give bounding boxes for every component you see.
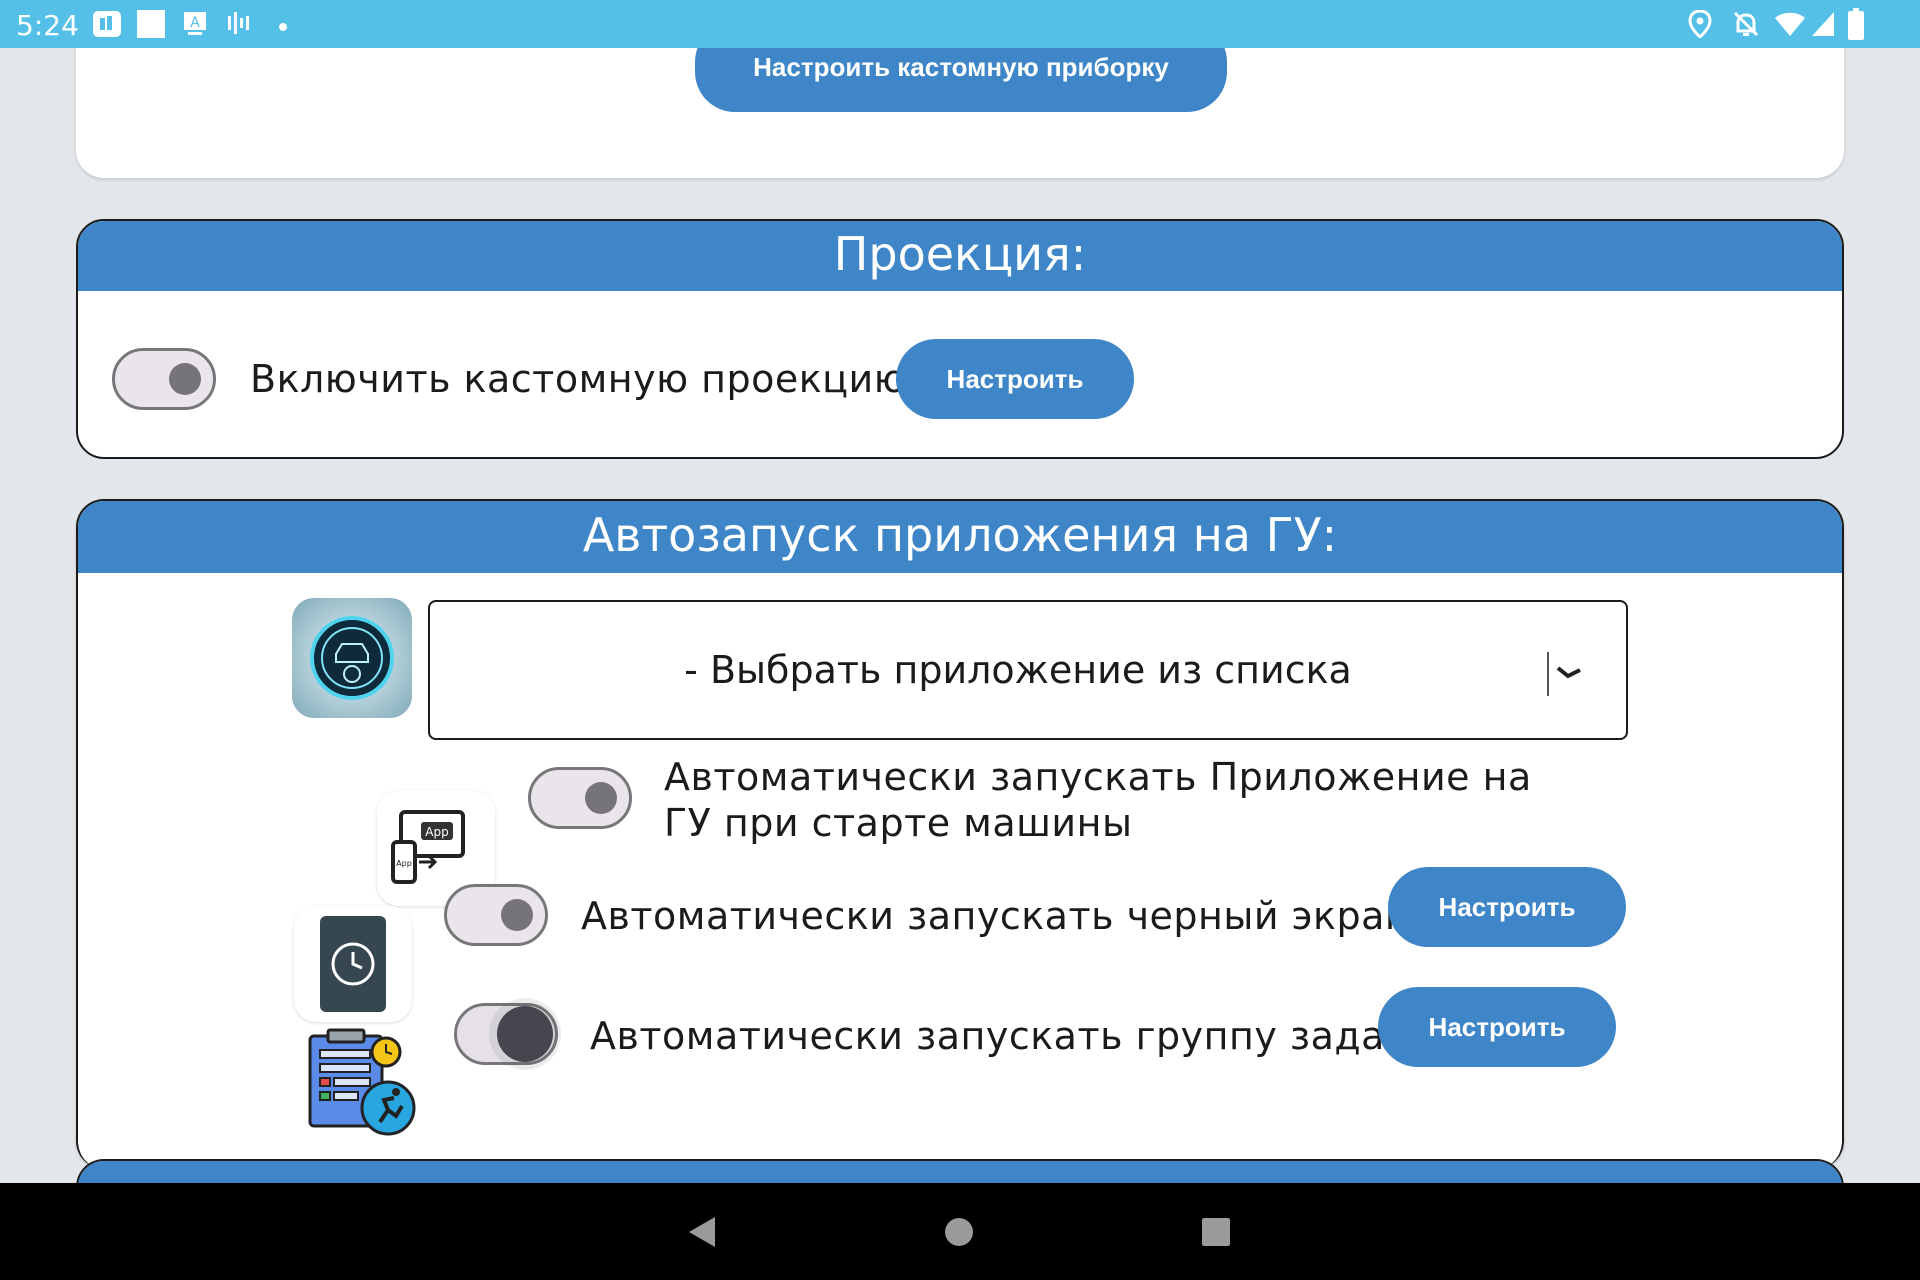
selected-app-icon	[292, 598, 412, 718]
svg-text:A: A	[190, 15, 200, 31]
chevron-down-icon	[1546, 652, 1586, 701]
autostart-app-label-line2: ГУ при старте машины	[664, 801, 1133, 845]
location-icon	[1688, 9, 1712, 43]
next-card	[76, 1159, 1844, 1183]
autostart-black-screen-toggle[interactable]	[444, 884, 548, 946]
autostart-app-label-line1: Автоматически запускать Приложение на	[664, 755, 1532, 799]
signal-bars-icon	[227, 10, 253, 41]
status-time: 5:24	[16, 9, 79, 42]
task-group-configure-button[interactable]: Настроить	[1378, 987, 1616, 1067]
projection-toggle-label: Включить кастомную проекцию	[250, 357, 907, 401]
autostart-black-screen-label: Автоматически запускать черный экран	[581, 894, 1411, 938]
recents-icon[interactable]	[1201, 1217, 1231, 1252]
app-select-value: - Выбрать приложение из списка	[684, 648, 1352, 692]
navigation-bar	[0, 1183, 1920, 1280]
next-card-header	[78, 1161, 1842, 1183]
autostart-app-toggle[interactable]	[528, 767, 632, 829]
home-icon[interactable]	[944, 1217, 974, 1252]
settings-scroll-area[interactable]: Настроить кастомную приборку Проекция: В…	[0, 48, 1920, 1183]
autostart-task-group-toggle[interactable]	[454, 1003, 558, 1065]
app-select-dropdown[interactable]: - Выбрать приложение из списка	[428, 600, 1628, 740]
task-group-icon	[302, 1026, 420, 1142]
svg-text:App: App	[396, 859, 412, 868]
projection-title: Проекция:	[78, 221, 1842, 291]
black-screen-configure-button[interactable]: Настроить	[1388, 867, 1626, 947]
toggle-knob	[497, 1006, 553, 1062]
dot-icon	[278, 19, 288, 37]
dashboard-card: Настроить кастомную приборку	[76, 48, 1844, 178]
autostart-task-group-label: Автоматически запускать группу задач	[590, 1014, 1408, 1058]
back-icon[interactable]	[687, 1215, 717, 1254]
notifications-off-icon	[1732, 10, 1760, 43]
battery-icon	[1848, 8, 1864, 45]
svg-text:App: App	[425, 825, 448, 839]
toggle-knob	[585, 782, 617, 814]
projection-toggle[interactable]	[112, 348, 216, 410]
status-bar: 5:24 A	[0, 0, 1920, 48]
projection-configure-button[interactable]: Настроить	[896, 339, 1134, 419]
autostart-title: Автозапуск приложения на ГУ:	[78, 501, 1842, 573]
toggle-knob	[169, 363, 201, 395]
toggle-knob	[501, 899, 533, 931]
configure-dashboard-button[interactable]: Настроить кастомную приборку	[695, 48, 1227, 112]
projection-card: Проекция: Включить кастомную проекцию На…	[76, 219, 1844, 459]
black-screen-clock-icon	[294, 906, 412, 1022]
square-icon	[137, 10, 165, 43]
wifi-icon	[1774, 10, 1806, 43]
photos-icon	[92, 10, 122, 43]
autostart-app-label: Автоматически запускать Приложение на ГУ…	[664, 754, 1532, 846]
cell-signal-icon	[1810, 10, 1836, 43]
keyboard-a-icon: A	[184, 10, 206, 41]
